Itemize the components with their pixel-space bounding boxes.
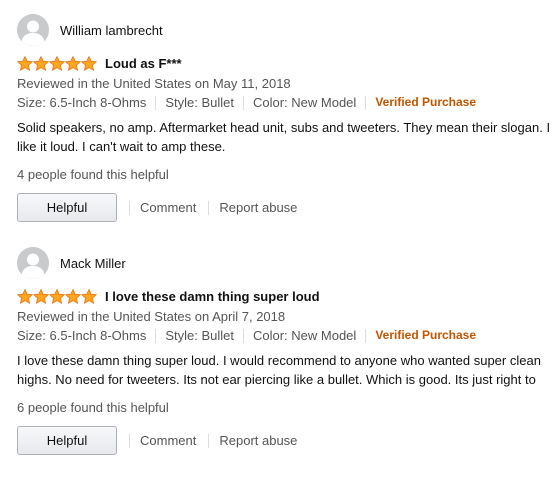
review-title-row: I love these damn thing super loud [17,287,554,305]
star-icon [17,288,33,304]
star-icon [17,55,33,71]
star-rating[interactable] [17,288,97,304]
star-icon [81,55,97,71]
divider [129,200,130,215]
variant-color[interactable]: Color: New Model [253,326,356,345]
review-body: Solid speakers, no amp. Aftermarket head… [17,118,554,156]
report-abuse-link[interactable]: Report abuse [219,200,297,215]
reviewer-name[interactable]: William lambrecht [60,23,163,38]
divider [208,433,210,448]
review-title[interactable]: I love these damn thing super loud [105,289,320,304]
reviewer-name[interactable]: Mack Miller [60,256,126,271]
star-icon [49,288,65,304]
divider [365,95,367,110]
comment-link[interactable]: Comment [140,433,196,448]
user-avatar-icon [17,14,49,46]
divider [129,433,130,448]
review-date: Reviewed in the United States on April 7… [17,309,286,324]
verified-purchase-badge: Verified Purchase [375,95,477,109]
review-actions: Helpful Comment Report abuse [17,425,554,456]
review-body-line: like it loud. I can't wait to amp these. [17,139,226,154]
helpful-count: 6 people found this helpful [17,400,169,415]
review-date: Reviewed in the United States on May 11,… [17,76,291,91]
comment-link[interactable]: Comment [140,200,196,215]
review-meta: Size: 6.5-Inch 8-Ohms Style: Bullet Colo… [17,93,554,112]
divider [242,328,244,343]
star-icon [33,288,49,304]
review-body-line: Solid speakers, no amp. Aftermarket head… [17,120,551,135]
helpful-button[interactable]: Helpful [17,193,117,222]
review-actions: Helpful Comment Report abuse [17,192,554,223]
star-icon [81,288,97,304]
review-body: I love these damn thing super loud. I wo… [17,351,554,389]
divider [242,95,244,110]
variant-size[interactable]: Size: 6.5-Inch 8-Ohms [17,93,146,112]
divider [155,328,157,343]
star-rating[interactable] [17,55,97,71]
variant-color[interactable]: Color: New Model [253,93,356,112]
helpful-count: 4 people found this helpful [17,167,169,182]
helpful-button[interactable]: Helpful [17,426,117,455]
review-body-line: highs. No need for tweeters. Its not ear… [17,372,536,387]
variant-style[interactable]: Style: Bullet [165,326,234,345]
review-body-line: I love these damn thing super loud. I wo… [17,353,541,368]
review-meta: Size: 6.5-Inch 8-Ohms Style: Bullet Colo… [17,326,554,345]
review-title-row: Loud as F*** [17,54,554,72]
report-abuse-link[interactable]: Report abuse [219,433,297,448]
review-card: William lambrecht Loud as F*** Reviewed … [17,14,554,223]
variant-size[interactable]: Size: 6.5-Inch 8-Ohms [17,326,146,345]
variant-style[interactable]: Style: Bullet [165,93,234,112]
star-icon [49,55,65,71]
star-icon [65,55,81,71]
verified-purchase-badge: Verified Purchase [375,328,477,342]
divider [155,95,157,110]
divider [365,328,367,343]
star-icon [65,288,81,304]
reviews-page: William lambrecht Loud as F*** Reviewed … [0,0,554,479]
star-icon [33,55,49,71]
review-title[interactable]: Loud as F*** [105,56,182,71]
user-avatar-icon [17,247,49,279]
reviewer-profile[interactable]: Mack Miller [17,247,554,279]
review-card: Mack Miller I love these damn thing supe… [17,247,554,456]
reviewer-profile[interactable]: William lambrecht [17,14,554,46]
divider [208,200,210,215]
